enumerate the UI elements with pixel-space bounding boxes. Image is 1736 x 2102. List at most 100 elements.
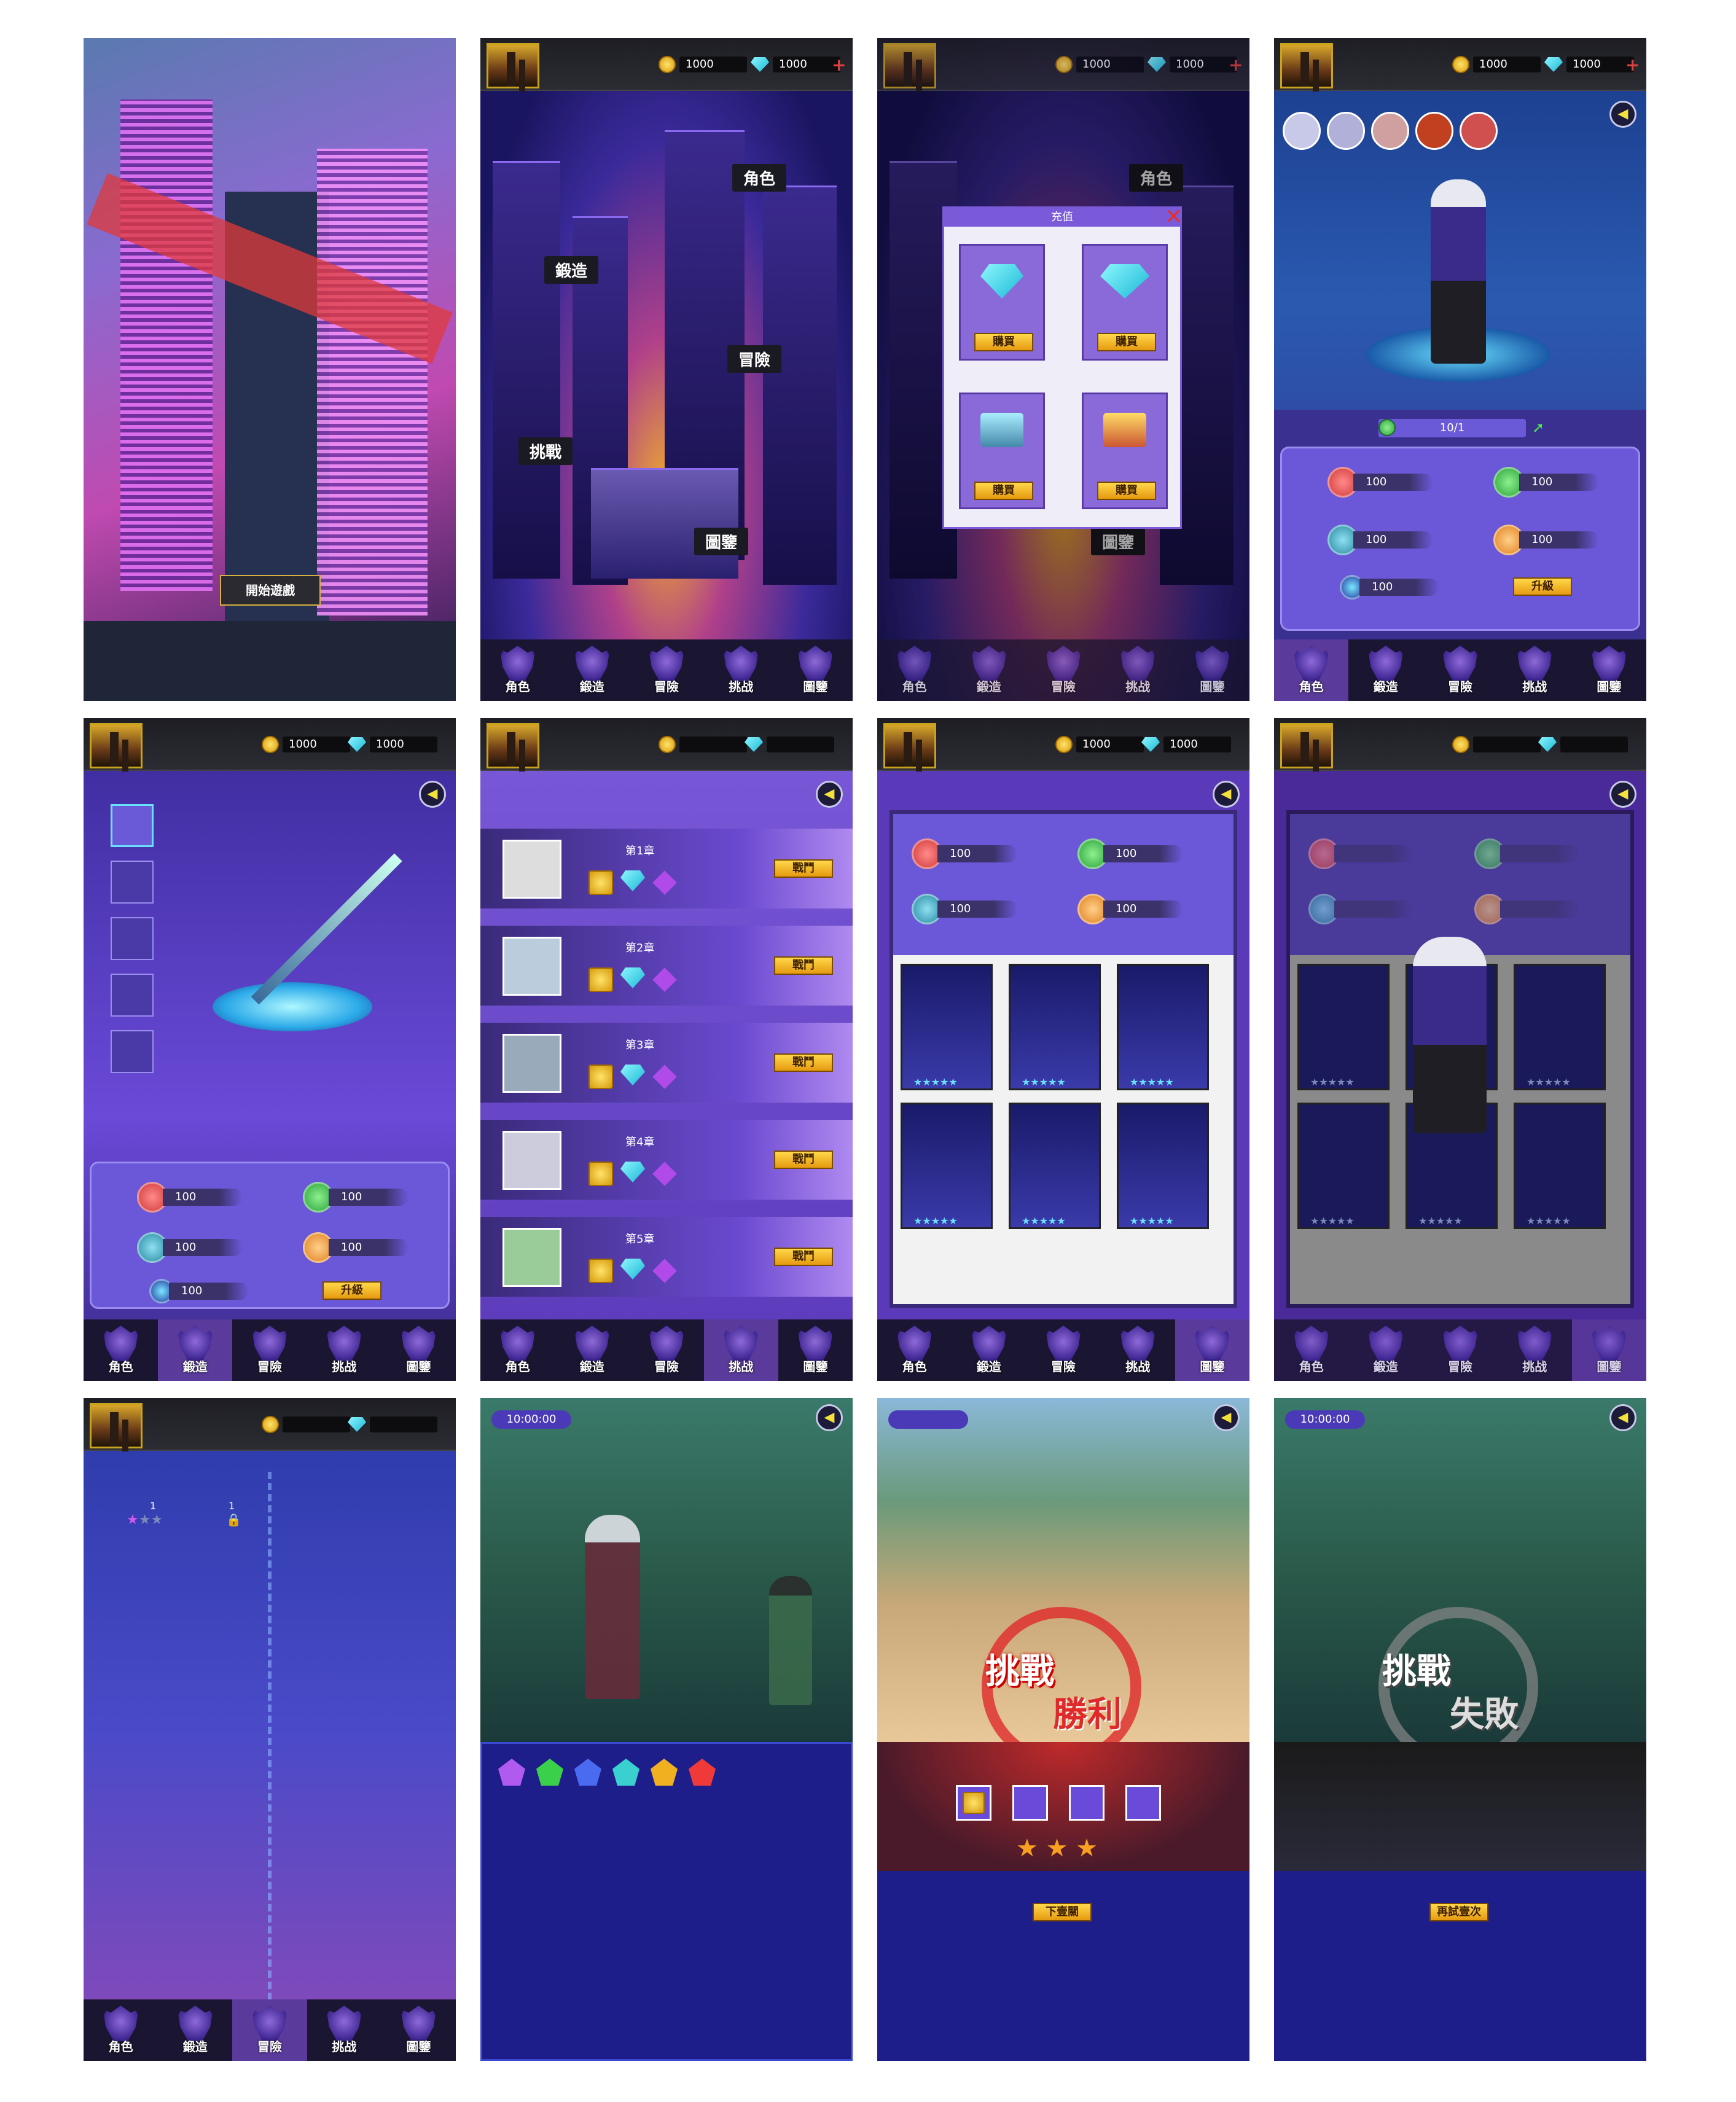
player-avatar[interactable] <box>883 43 936 88</box>
nav-adventure[interactable]: 冒險 <box>1026 1319 1100 1381</box>
hub-label-role[interactable]: 角色 <box>732 164 787 192</box>
hero-portrait[interactable] <box>1371 112 1409 150</box>
nav-role[interactable]: 角色 <box>480 1319 555 1381</box>
chapter-row[interactable]: 第3章 戰鬥 <box>480 1023 853 1103</box>
buy-button[interactable]: 購買 <box>974 482 1033 500</box>
hub-label-challenge[interactable]: 挑戰 <box>518 437 573 465</box>
hero-card[interactable]: ★★★★★ <box>1117 964 1209 1090</box>
weapon-slot[interactable] <box>111 804 154 847</box>
nav-atlas[interactable]: 圖鑒 <box>1571 1319 1646 1381</box>
shop-item[interactable]: 購買 <box>959 244 1045 361</box>
hub-label-forge[interactable]: 鍛造 <box>544 256 599 284</box>
weapon-slot[interactable] <box>111 861 154 904</box>
nav-atlas[interactable]: 圖鑒 <box>1175 1319 1249 1381</box>
player-avatar[interactable] <box>883 723 936 768</box>
player-avatar[interactable] <box>487 43 539 88</box>
hero-card[interactable]: ★★★★★ <box>901 1103 993 1229</box>
hero-portrait[interactable] <box>1460 112 1498 150</box>
nav-role[interactable]: 角色 <box>84 1319 158 1381</box>
hero-card[interactable]: ★★★★★ <box>1009 964 1101 1090</box>
close-icon[interactable]: ✕ <box>1165 205 1183 229</box>
player-avatar[interactable] <box>487 723 539 768</box>
nav-challenge[interactable]: 挑战 <box>1101 639 1175 701</box>
nav-adventure[interactable]: 冒險 <box>1026 639 1100 701</box>
player-avatar[interactable] <box>1280 723 1333 768</box>
hero-portrait[interactable] <box>1327 112 1365 150</box>
back-button[interactable]: ◀ <box>419 781 446 808</box>
nav-atlas[interactable]: 圖鑒 <box>778 639 853 701</box>
hero-card[interactable]: ★★★★★ <box>901 964 993 1090</box>
upgrade-button[interactable]: 升級 <box>1513 577 1572 596</box>
nav-forge[interactable]: 鍛造 <box>1348 1319 1423 1381</box>
level-up-arrow-icon[interactable]: ➚ <box>1532 419 1544 436</box>
add-gems-icon[interactable]: + <box>1625 55 1640 75</box>
add-gems-icon[interactable]: + <box>832 55 846 75</box>
nav-adventure[interactable]: 冒險 <box>232 1999 307 2061</box>
nav-atlas[interactable]: 圖鑒 <box>778 1319 853 1381</box>
nav-adventure[interactable]: 冒險 <box>1423 639 1497 701</box>
nav-role[interactable]: 角色 <box>1274 639 1349 701</box>
nav-forge[interactable]: 鍛造 <box>555 1319 629 1381</box>
hero-card[interactable]: ★★★★★ <box>1297 1103 1390 1229</box>
nav-atlas[interactable]: 圖鑒 <box>381 1999 456 2061</box>
hero-card[interactable]: ★★★★★ <box>1117 1103 1209 1229</box>
nav-adventure[interactable]: 冒險 <box>1423 1319 1497 1381</box>
upgrade-button[interactable]: 升級 <box>323 1281 381 1300</box>
buy-button[interactable]: 購買 <box>974 333 1033 351</box>
hub-label-adventure[interactable]: 冒險 <box>727 345 782 373</box>
weapon-slot[interactable] <box>111 974 154 1017</box>
nav-atlas[interactable]: 圖鑒 <box>1572 639 1646 701</box>
nav-adventure[interactable]: 冒險 <box>232 1319 307 1381</box>
nav-challenge[interactable]: 挑战 <box>1101 1319 1175 1381</box>
shop-item[interactable]: 購買 <box>959 393 1045 509</box>
hero-card[interactable]: ★★★★★ <box>1514 1103 1606 1229</box>
player-avatar[interactable] <box>1280 43 1333 88</box>
back-button[interactable]: ◀ <box>1609 1404 1636 1431</box>
cyan-gem-icon[interactable] <box>612 1759 639 1786</box>
hero-portrait[interactable] <box>1283 112 1321 150</box>
back-button[interactable]: ◀ <box>1213 781 1240 808</box>
nav-role[interactable]: 角色 <box>480 639 555 701</box>
yellow-gem-icon[interactable] <box>651 1759 678 1786</box>
shop-item[interactable]: 購買 <box>1082 244 1168 361</box>
chapter-row[interactable]: 第1章 戰鬥 <box>480 829 853 908</box>
weapon-slot[interactable] <box>111 917 154 960</box>
nav-role[interactable]: 角色 <box>1274 1319 1348 1381</box>
nav-forge[interactable]: 鍛造 <box>158 1319 233 1381</box>
blue-gem-icon[interactable] <box>574 1759 601 1786</box>
nav-forge[interactable]: 鍛造 <box>952 639 1026 701</box>
hero-card[interactable]: ★★★★★ <box>1009 1103 1101 1229</box>
hero-card[interactable]: ★★★★★ <box>1297 964 1390 1090</box>
nav-adventure[interactable]: 冒險 <box>629 1319 703 1381</box>
fight-button[interactable]: 戰鬥 <box>774 859 833 878</box>
nav-challenge[interactable]: 挑战 <box>307 1999 381 2061</box>
chapter-row[interactable]: 第4章 戰鬥 <box>480 1120 853 1200</box>
hero-portrait[interactable] <box>1415 112 1453 150</box>
back-button[interactable]: ◀ <box>816 781 843 808</box>
chapter-row[interactable]: 第5章 戰鬥 <box>480 1217 853 1297</box>
nav-forge[interactable]: 鍛造 <box>1348 639 1423 701</box>
hub-label-atlas[interactable]: 圖鑒 <box>694 528 749 555</box>
nav-challenge[interactable]: 挑战 <box>1498 1319 1572 1381</box>
hero-card[interactable]: ★★★★★ <box>1514 964 1606 1090</box>
buy-button[interactable]: 購買 <box>1097 333 1156 351</box>
back-button[interactable]: ◀ <box>1213 1404 1240 1431</box>
weapon-slot[interactable] <box>111 1030 154 1073</box>
nav-forge[interactable]: 鍛造 <box>555 639 629 701</box>
green-gem-icon[interactable] <box>536 1759 563 1786</box>
nav-adventure[interactable]: 冒險 <box>629 639 703 701</box>
buy-button[interactable]: 購買 <box>1097 482 1156 500</box>
back-button[interactable]: ◀ <box>816 1404 843 1431</box>
start-game-button[interactable]: 開始遊戲 <box>220 575 321 606</box>
fight-button[interactable]: 戰鬥 <box>774 1248 833 1266</box>
shop-item[interactable]: 購買 <box>1082 393 1168 509</box>
nav-atlas[interactable]: 圖鑒 <box>1175 639 1249 701</box>
nav-atlas[interactable]: 圖鑒 <box>381 1319 456 1381</box>
player-avatar[interactable] <box>90 1403 143 1448</box>
next-level-button[interactable]: 下壹關 <box>1033 1903 1092 1921</box>
nav-role[interactable]: 角色 <box>84 1999 158 2061</box>
fight-button[interactable]: 戰鬥 <box>774 1151 833 1169</box>
back-button[interactable]: ◀ <box>1609 781 1636 808</box>
purple-gem-icon[interactable] <box>498 1759 525 1786</box>
nav-forge[interactable]: 鍛造 <box>952 1319 1026 1381</box>
